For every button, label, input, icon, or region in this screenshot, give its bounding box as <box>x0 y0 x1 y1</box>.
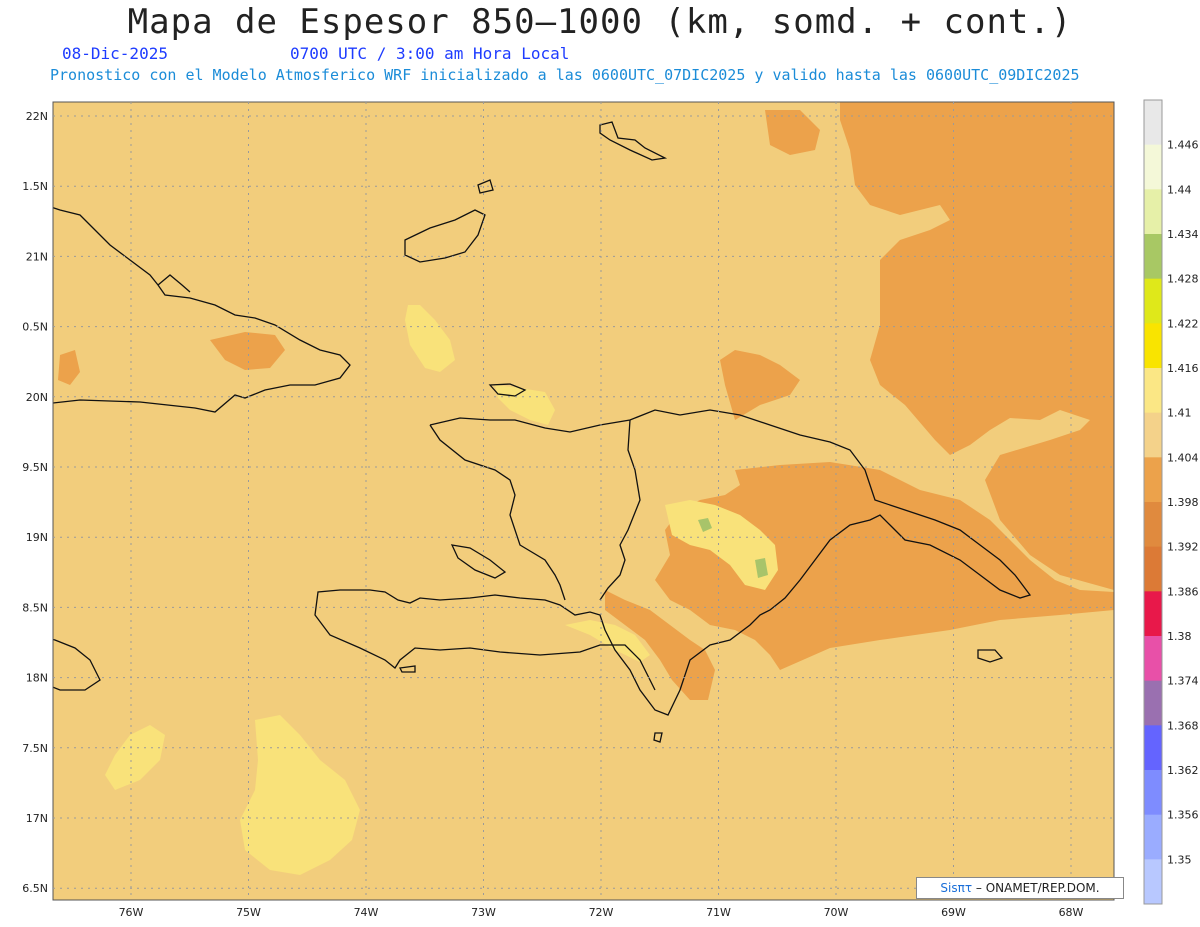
legend-label: 1.35 <box>1167 853 1192 866</box>
lat-label: 18N <box>26 672 48 685</box>
lon-label: 71W <box>706 906 731 919</box>
legend-swatch <box>1144 680 1162 726</box>
lat-label: 1.5N <box>22 180 48 193</box>
legend-swatch <box>1144 100 1162 146</box>
credit-box: Sisπτ – ONAMET/REP.DOM. <box>916 877 1124 899</box>
legend-label: 1.398 <box>1167 496 1199 509</box>
longitude-labels: 76W 75W 74W 73W 72W 71W 70W 69W 68W <box>119 906 1084 919</box>
legend-swatch <box>1144 144 1162 190</box>
legend-label: 1.392 <box>1167 541 1199 554</box>
sispi-logo-text: Sisπτ <box>940 881 973 895</box>
legend-swatch <box>1144 770 1162 816</box>
color-legend: 1.446 1.44 1.434 1.428 1.422 1.416 1.41 1.404 1.… <box>1143 99 1199 905</box>
legend-label: 1.428 <box>1167 273 1199 286</box>
lon-label: 69W <box>941 906 966 919</box>
legend-label: 1.368 <box>1167 719 1199 732</box>
lon-label: 76W <box>119 906 144 919</box>
lon-label: 72W <box>589 906 614 919</box>
thickness-map: 22N 1.5N 21N 0.5N 20N 9.5N 19N 8.5N 18N 7.5N 17N 6.… <box>22 99 1199 919</box>
legend-label: 1.404 <box>1167 451 1199 464</box>
lat-label: 19N <box>26 531 48 544</box>
legend-swatch <box>1144 725 1162 771</box>
legend-swatch <box>1144 323 1162 369</box>
legend-swatch <box>1144 412 1162 458</box>
lat-label: 8.5N <box>22 601 48 614</box>
legend-label: 1.362 <box>1167 764 1199 777</box>
lon-label: 70W <box>824 906 849 919</box>
lat-label: 20N <box>26 391 48 404</box>
lat-label: 9.5N <box>22 461 48 474</box>
legend-swatch <box>1144 234 1162 280</box>
legend-swatch <box>1144 636 1162 682</box>
legend-swatch <box>1144 278 1162 324</box>
lon-label: 74W <box>354 906 379 919</box>
legend-label: 1.446 <box>1167 139 1199 152</box>
legend-swatch <box>1144 368 1162 414</box>
map-plot-area <box>53 102 1114 900</box>
lon-label: 68W <box>1059 906 1084 919</box>
legend-swatch <box>1144 457 1162 503</box>
lat-label: 21N <box>26 250 48 263</box>
legend-label: 1.386 <box>1167 585 1199 598</box>
lat-label: 17N <box>26 812 48 825</box>
legend-swatch <box>1144 591 1162 637</box>
legend-label: 1.416 <box>1167 362 1199 375</box>
legend-swatch <box>1144 814 1162 860</box>
legend-label: 1.44 <box>1167 183 1192 196</box>
legend-label: 1.41 <box>1167 407 1192 420</box>
lon-label: 75W <box>236 906 261 919</box>
lat-label: 7.5N <box>22 742 48 755</box>
legend-swatch <box>1144 189 1162 235</box>
lat-label: 0.5N <box>22 321 48 334</box>
legend-label: 1.38 <box>1167 630 1192 643</box>
lat-label: 22N <box>26 110 48 123</box>
legend-swatch <box>1144 546 1162 592</box>
lon-label: 73W <box>471 906 496 919</box>
legend-swatch <box>1144 502 1162 548</box>
credit-text: – ONAMET/REP.DOM. <box>972 881 1100 895</box>
lat-label: 6.5N <box>22 882 48 895</box>
legend-label: 1.434 <box>1167 228 1199 241</box>
legend-label: 1.356 <box>1167 809 1199 822</box>
legend-label: 1.374 <box>1167 675 1199 688</box>
legend-swatch <box>1144 859 1162 905</box>
latitude-labels: 22N 1.5N 21N 0.5N 20N 9.5N 19N 8.5N 18N 7.5N 17N 6.… <box>22 110 48 895</box>
legend-label: 1.422 <box>1167 317 1199 330</box>
